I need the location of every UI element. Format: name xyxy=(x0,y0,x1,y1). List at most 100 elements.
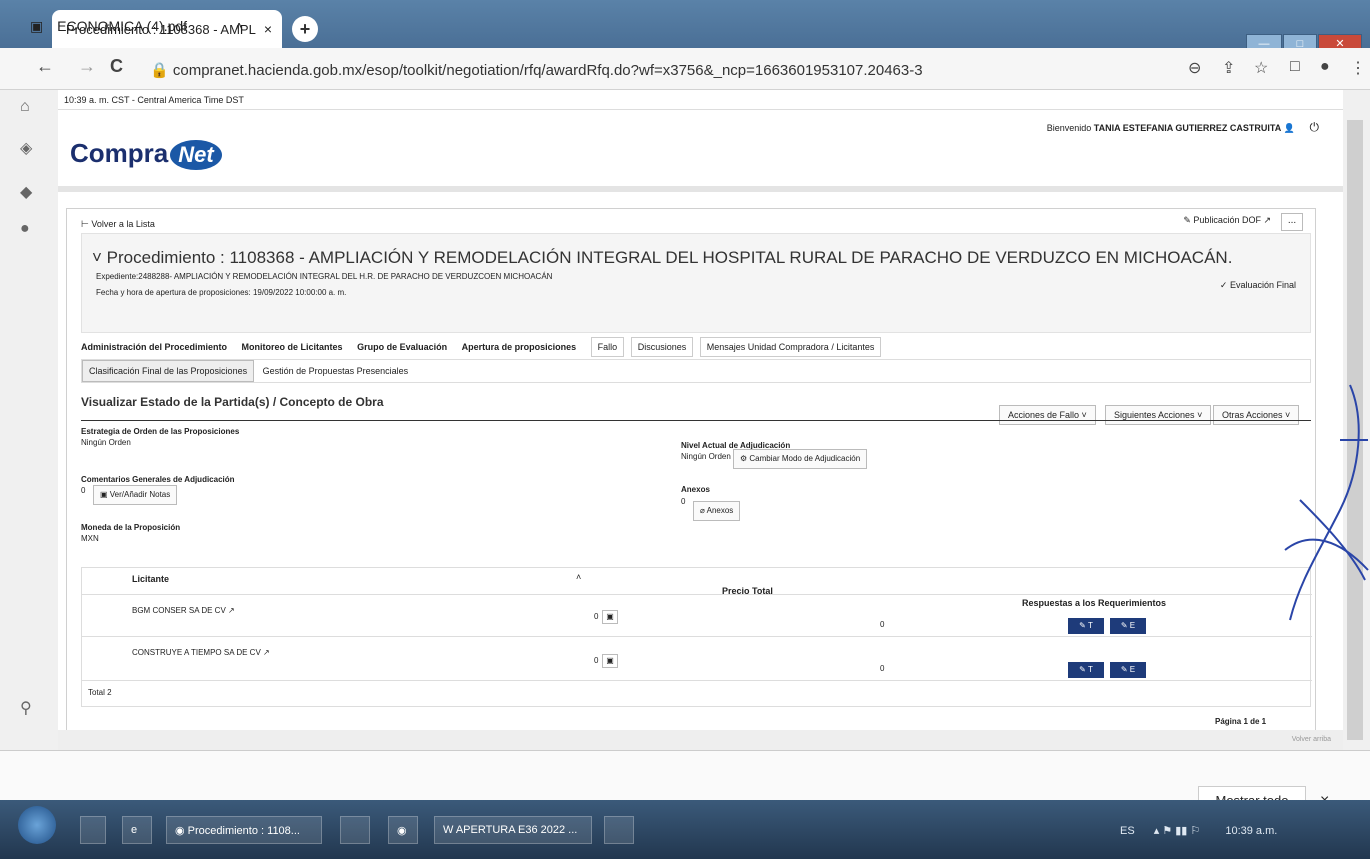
comentarios-count: 0 xyxy=(81,486,86,495)
technical-response-button[interactable]: ✎ T xyxy=(1068,618,1104,634)
share-icon[interactable]: ⇪ xyxy=(1222,58,1235,78)
col-respuestas: Respuestas a los Requerimientos xyxy=(1022,598,1167,608)
sidebar-icon[interactable]: □ xyxy=(1290,58,1300,76)
siguientes-acciones-label: Siguientes Acciones xyxy=(1114,410,1195,420)
acciones-fallo-label: Acciones de Fallo xyxy=(1008,410,1080,420)
welcome-text: Bienvenido TANIA ESTEFANIA GUTIERREZ CAS… xyxy=(1047,120,1319,135)
taskbar-app-icon[interactable] xyxy=(604,816,634,844)
bidder-price-1: 0 xyxy=(880,620,885,629)
tab-apertura[interactable]: Apertura de proposiciones xyxy=(462,342,577,352)
chat-icon[interactable]: ▣ xyxy=(602,610,618,624)
tray-icons[interactable]: ▴ ⚑ ▮▮ ⚐ xyxy=(1154,825,1201,837)
zoom-icon[interactable]: ⊖ xyxy=(1188,58,1201,78)
otras-acciones-label: Otras Acciones xyxy=(1222,410,1283,420)
chevron-up-icon[interactable]: ˄ xyxy=(235,18,243,34)
main-tabs: Administración del Procedimiento Monitor… xyxy=(81,337,885,357)
btn-e-2: E xyxy=(1129,665,1136,674)
taskbar-word-item[interactable]: W APERTURA E36 2022 ... xyxy=(434,816,592,844)
chat-icon[interactable]: ▣ xyxy=(602,654,618,668)
rail-app-icon-3[interactable]: ● xyxy=(20,220,30,238)
taskbar-ie-icon[interactable]: e xyxy=(122,816,152,844)
language-indicator[interactable]: ES xyxy=(1120,825,1135,837)
anexos-button-label: Anexos xyxy=(706,506,734,515)
bidder-name[interactable]: CONSTRUYE A TIEMPO SA DE CV ↗ xyxy=(132,648,270,657)
nivel-value: Ningún Orden xyxy=(681,452,731,461)
web-page: 10:39 a. m. CST - Central America Time D… xyxy=(58,90,1343,750)
rail-app-icon-2[interactable]: ◆ xyxy=(20,182,32,202)
section-title: Visualizar Estado de la Partida(s) / Con… xyxy=(81,395,384,409)
table-total: Total 2 xyxy=(88,688,112,697)
profile-icon[interactable]: ● xyxy=(1320,58,1330,76)
procedure-title-text: Procedimiento : 1108368 - AMPLIACIÓN Y R… xyxy=(106,248,1233,267)
timezone-bar: 10:39 a. m. CST - Central America Time D… xyxy=(58,90,1343,110)
technical-response-button[interactable]: ✎ T xyxy=(1068,662,1104,678)
pagination: Página 1 de 1 xyxy=(1215,717,1267,726)
taskbar-item-2-label: APERTURA E36 2022 ... xyxy=(455,824,578,836)
subtab-clasificacion[interactable]: Clasificación Final de las Proposiciones xyxy=(82,360,255,382)
handwritten-signature xyxy=(1284,384,1369,621)
economic-response-button[interactable]: ✎ E xyxy=(1110,662,1146,678)
user-icon[interactable]: 👤 xyxy=(1284,123,1295,133)
forward-icon[interactable]: → xyxy=(78,56,96,77)
download-item[interactable]: ▣ ECONOMICA (4).pdf ˄ xyxy=(30,18,243,35)
taskbar-chrome-icon[interactable]: ◉ xyxy=(388,816,418,844)
publicacion-dof-link[interactable]: ✎ Publicación DOF ↗ xyxy=(1183,215,1271,226)
tab-fallo[interactable]: Fallo xyxy=(590,337,625,357)
url-field[interactable]: 🔒 compranet.hacienda.gob.mx/esop/toolkit… xyxy=(140,55,1165,85)
tab-close-icon[interactable]: × xyxy=(264,21,272,37)
tab-grupo-evaluacion[interactable]: Grupo de Evaluación xyxy=(357,342,447,352)
menu-icon[interactable]: ⋮ xyxy=(1350,58,1366,78)
bidder-name-1: BGM CONSER SA DE CV xyxy=(132,606,226,615)
siguientes-acciones-dropdown[interactable]: Siguientes Acciones ˅ xyxy=(1105,405,1212,425)
compranet-logo: Compra Net xyxy=(70,138,222,170)
publicacion-dof-label: Publicación DOF xyxy=(1193,215,1261,225)
tab-discusiones[interactable]: Discusiones xyxy=(630,337,694,357)
tab-monitoreo[interactable]: Monitoreo de Licitantes xyxy=(242,342,343,352)
reload-icon[interactable]: C xyxy=(110,56,123,77)
tab-mensajes[interactable]: Mensajes Unidad Compradora / Licitantes xyxy=(699,337,882,357)
btn-e-1: E xyxy=(1129,621,1136,630)
rail-app-icon[interactable]: ◈ xyxy=(20,138,32,158)
economic-response-button[interactable]: ✎ E xyxy=(1110,618,1146,634)
taskbar-desktop-icon[interactable] xyxy=(80,816,106,844)
bidder-name[interactable]: BGM CONSER SA DE CV ↗ xyxy=(132,606,235,615)
taskbar-browser-item[interactable]: ◉ Procedimiento : 1108... xyxy=(166,816,322,844)
start-button[interactable] xyxy=(18,806,56,844)
volver-arriba-link[interactable]: Volver arriba xyxy=(1292,736,1331,743)
ver-notas-label: Ver/Añadir Notas xyxy=(109,490,171,499)
tab-administracion[interactable]: Administración del Procedimiento xyxy=(81,342,227,352)
bidder-price-2: 0 xyxy=(880,664,885,673)
pdf-icon: ▣ xyxy=(30,18,44,34)
acciones-fallo-dropdown[interactable]: Acciones de Fallo ˅ xyxy=(999,405,1096,425)
search-icon[interactable]: ⚲ xyxy=(20,698,32,718)
procedure-panel: ⊢ Volver a la Lista ˅ Procedimiento : 11… xyxy=(66,208,1316,740)
moneda-label: Moneda de la Proposición xyxy=(81,523,181,532)
header-divider xyxy=(58,186,1343,192)
more-options-button[interactable]: ... xyxy=(1281,213,1303,231)
logout-icon[interactable]: ⏻ xyxy=(1310,120,1320,134)
user-name[interactable]: TANIA ESTEFANIA GUTIERREZ CASTRUITA xyxy=(1094,123,1282,133)
download-bar xyxy=(0,750,1370,800)
expediente-text: Expediente:2488288- AMPLIACIÓN Y REMODEL… xyxy=(96,272,553,281)
back-to-list-link[interactable]: ⊢ Volver a la Lista xyxy=(81,219,155,230)
anexos-button[interactable]: ⌀ Anexos xyxy=(693,501,741,521)
subtab-gestion[interactable]: Gestión de Propuestas Presenciales xyxy=(257,361,415,381)
row-divider xyxy=(82,680,1312,681)
taskbar-explorer-icon[interactable] xyxy=(340,816,370,844)
row-divider xyxy=(82,594,1312,595)
evaluation-status: ✓ Evaluación Final xyxy=(1219,280,1296,290)
comentarios-label: Comentarios Generales de Adjudicación xyxy=(81,475,235,484)
anexos-count: 0 xyxy=(681,497,686,506)
clock[interactable]: 10:39 a.m. xyxy=(1225,825,1277,837)
bookmark-star-icon[interactable]: ☆ xyxy=(1254,58,1268,78)
sort-icon[interactable]: ˄ xyxy=(576,572,581,582)
col-licitante[interactable]: Licitante xyxy=(132,574,169,584)
cambiar-modo-button[interactable]: ⚙ Cambiar Modo de Adjudicación xyxy=(733,449,868,469)
new-tab-button[interactable]: + xyxy=(292,16,318,42)
back-icon[interactable]: ← xyxy=(36,56,54,77)
home-icon[interactable]: ⌂ xyxy=(20,98,30,116)
anexos-label: Anexos xyxy=(681,485,710,494)
ver-notas-button[interactable]: ▣ Ver/Añadir Notas xyxy=(93,485,178,505)
evaluation-status-label: Evaluación Final xyxy=(1229,280,1296,290)
estrategia-value: Ningún Orden xyxy=(81,438,131,447)
